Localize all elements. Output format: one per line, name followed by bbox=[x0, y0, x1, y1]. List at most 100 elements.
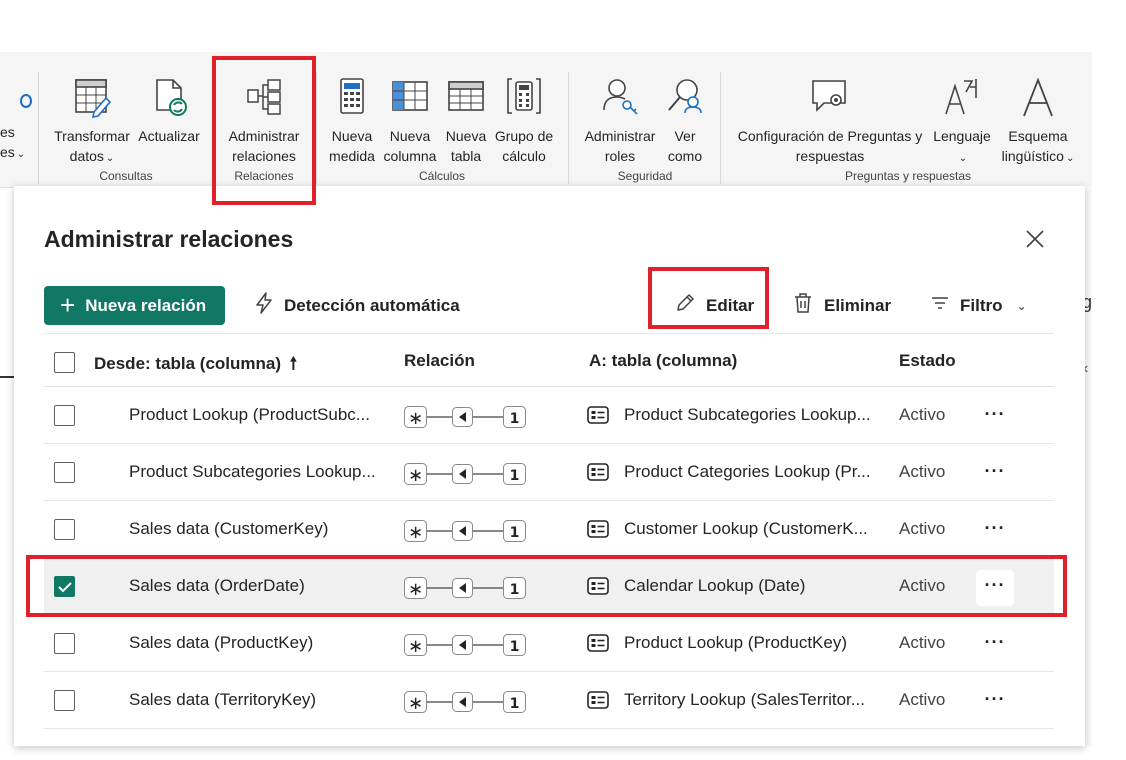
table-row[interactable]: Sales data (CustomerKey) ∗ 1 Customer Looku… bbox=[44, 501, 1054, 558]
one-label: 1 bbox=[510, 411, 520, 427]
calc-group-label-1: Grupo de bbox=[494, 128, 554, 144]
row-checkbox[interactable] bbox=[54, 576, 75, 597]
new-table-button[interactable]: Nueva tabla bbox=[440, 76, 492, 166]
column-header-from[interactable]: Desde: tabla (columna) 🠕 bbox=[94, 351, 297, 380]
close-icon[interactable] bbox=[1024, 228, 1046, 250]
many-to-one-icon: ∗ 1 bbox=[404, 406, 526, 429]
qa-setup-icon bbox=[730, 76, 930, 120]
manage-roles-label-1: Administrar bbox=[584, 128, 656, 144]
partial-icon bbox=[20, 94, 32, 108]
view-as-button[interactable]: Ver como bbox=[662, 76, 708, 166]
trash-icon bbox=[792, 292, 814, 319]
new-measure-button[interactable]: Nueva medida bbox=[324, 76, 380, 166]
more-options-button[interactable]: ··· bbox=[976, 513, 1014, 549]
row-checkbox[interactable] bbox=[54, 405, 75, 426]
calculation-group-button[interactable]: Grupo de cálculo bbox=[492, 76, 556, 166]
manage-rel-label-2: relaciones bbox=[232, 148, 296, 164]
group-label-seguridad: Seguridad bbox=[617, 169, 673, 183]
table-row[interactable]: Sales data (ProductKey) ∗ 1 Product Lookup … bbox=[44, 615, 1054, 672]
more-options-button[interactable]: ··· bbox=[976, 684, 1014, 720]
status-cell: Activo bbox=[899, 576, 946, 595]
many-label: ∗ bbox=[408, 465, 423, 486]
edit-button[interactable]: Editar bbox=[674, 286, 754, 325]
manage-roles-label-2: roles bbox=[604, 148, 636, 164]
linguistic-schema-icon bbox=[994, 76, 1082, 120]
more-options-button[interactable]: ··· bbox=[976, 627, 1014, 663]
row-checkbox[interactable] bbox=[54, 462, 75, 483]
refresh-button[interactable]: Actualizar bbox=[134, 76, 204, 146]
transform-data-icon bbox=[50, 76, 134, 120]
new-column-label-1: Nueva bbox=[389, 128, 431, 144]
new-column-button[interactable]: Nueva columna bbox=[380, 76, 440, 166]
background-edge bbox=[0, 376, 14, 378]
more-options-button[interactable]: ··· bbox=[976, 399, 1014, 435]
to-cell: Product Categories Lookup (Pr... bbox=[624, 462, 871, 481]
more-options-button[interactable]: ··· bbox=[976, 570, 1014, 606]
chevron-down-icon: ⌄ bbox=[105, 153, 115, 164]
pencil-icon bbox=[674, 292, 696, 319]
language-chevron: ⌄ bbox=[930, 146, 994, 169]
many-label: ∗ bbox=[408, 579, 423, 600]
new-column-icon bbox=[380, 76, 440, 120]
group-label-calculos: Cálculos bbox=[418, 169, 466, 183]
qa-setup-button[interactable]: Configuración de Preguntas y respuestas bbox=[730, 76, 930, 166]
many-to-one-icon: ∗ 1 bbox=[404, 463, 526, 486]
linguistic-schema-button[interactable]: Esquema lingüístico ⌄ bbox=[994, 76, 1082, 169]
autodetect-label: Detección automática bbox=[284, 295, 460, 315]
new-table-icon bbox=[440, 76, 492, 120]
table-row[interactable]: Sales data (TerritoryKey) ∗ 1 Territory Loo… bbox=[44, 672, 1054, 729]
new-table-label-1: Nueva bbox=[445, 128, 487, 144]
transform-data-button[interactable]: Transformar datos ⌄ bbox=[50, 76, 134, 169]
many-label: ∗ bbox=[408, 636, 423, 657]
ribbon-separator bbox=[212, 72, 213, 184]
delete-button[interactable]: Eliminar bbox=[792, 286, 891, 325]
row-checkbox[interactable] bbox=[54, 519, 75, 540]
select-all-checkbox[interactable] bbox=[54, 352, 75, 373]
edit-label: Editar bbox=[706, 295, 755, 315]
table-row[interactable]: Sales data (OrderDate) ∗ 1 Calendar Lookup … bbox=[44, 558, 1054, 615]
language-button[interactable]: Lenguaje ⌄ bbox=[930, 76, 994, 169]
partial-label-1: es bbox=[0, 124, 15, 140]
table-icon bbox=[587, 406, 609, 424]
table-icon bbox=[587, 463, 609, 481]
dialog-title: Administrar relaciones bbox=[44, 226, 294, 252]
manage-relationships-button[interactable]: Administrar relaciones bbox=[222, 76, 306, 166]
column-header-to: A: tabla (columna) bbox=[589, 351, 738, 370]
autodetect-button[interactable]: Detección automática bbox=[254, 286, 460, 325]
more-options-button[interactable]: ··· bbox=[976, 456, 1014, 492]
partial-label-2: es ⌄ bbox=[0, 144, 26, 160]
to-cell: Product Subcategories Lookup... bbox=[624, 405, 871, 424]
table-row[interactable]: Product Subcategories Lookup... ∗ 1 Product… bbox=[44, 444, 1054, 501]
new-table-label-2: tabla bbox=[450, 148, 482, 164]
to-cell: Calendar Lookup (Date) bbox=[624, 576, 806, 595]
ribbon: es es ⌄ Transformar datos ⌄ Actualizar Con… bbox=[0, 52, 1092, 188]
table-icon bbox=[587, 520, 609, 538]
qa-setup-label-1: Configuración de Preguntas y bbox=[737, 128, 923, 144]
view-as-icon bbox=[662, 76, 708, 120]
table-row[interactable]: Product Lookup (ProductSubc... ∗ 1 Product … bbox=[44, 387, 1054, 444]
status-cell: Activo bbox=[899, 405, 946, 424]
to-cell: Product Lookup (ProductKey) bbox=[624, 633, 848, 652]
manage-rel-label-1: Administrar bbox=[228, 128, 300, 144]
calc-group-label-2: cálculo bbox=[502, 148, 546, 164]
table-header: Desde: tabla (columna) 🠕 Relación A: tab… bbox=[44, 333, 1054, 387]
chevron-down-icon: ⌄ bbox=[16, 149, 26, 160]
manage-relationships-dialog: Administrar relaciones + Nueva relación … bbox=[14, 186, 1085, 746]
column-header-status: Estado bbox=[899, 351, 956, 370]
one-label: 1 bbox=[510, 582, 520, 598]
one-label: 1 bbox=[510, 696, 520, 712]
many-label: ∗ bbox=[408, 408, 423, 429]
from-cell: Sales data (OrderDate) bbox=[129, 576, 305, 595]
filter-button[interactable]: Filtro ⌄ bbox=[930, 286, 1027, 325]
row-checkbox[interactable] bbox=[54, 690, 75, 711]
refresh-icon bbox=[134, 76, 204, 120]
new-relationship-button[interactable]: + Nueva relación bbox=[44, 286, 225, 325]
one-label: 1 bbox=[510, 468, 520, 484]
filter-label: Filtro bbox=[960, 295, 1003, 315]
plus-icon: + bbox=[60, 289, 76, 320]
manage-roles-button[interactable]: Administrar roles bbox=[578, 76, 662, 166]
delete-label: Eliminar bbox=[824, 295, 892, 315]
many-label: ∗ bbox=[408, 693, 423, 714]
status-cell: Activo bbox=[899, 633, 946, 652]
row-checkbox[interactable] bbox=[54, 633, 75, 654]
